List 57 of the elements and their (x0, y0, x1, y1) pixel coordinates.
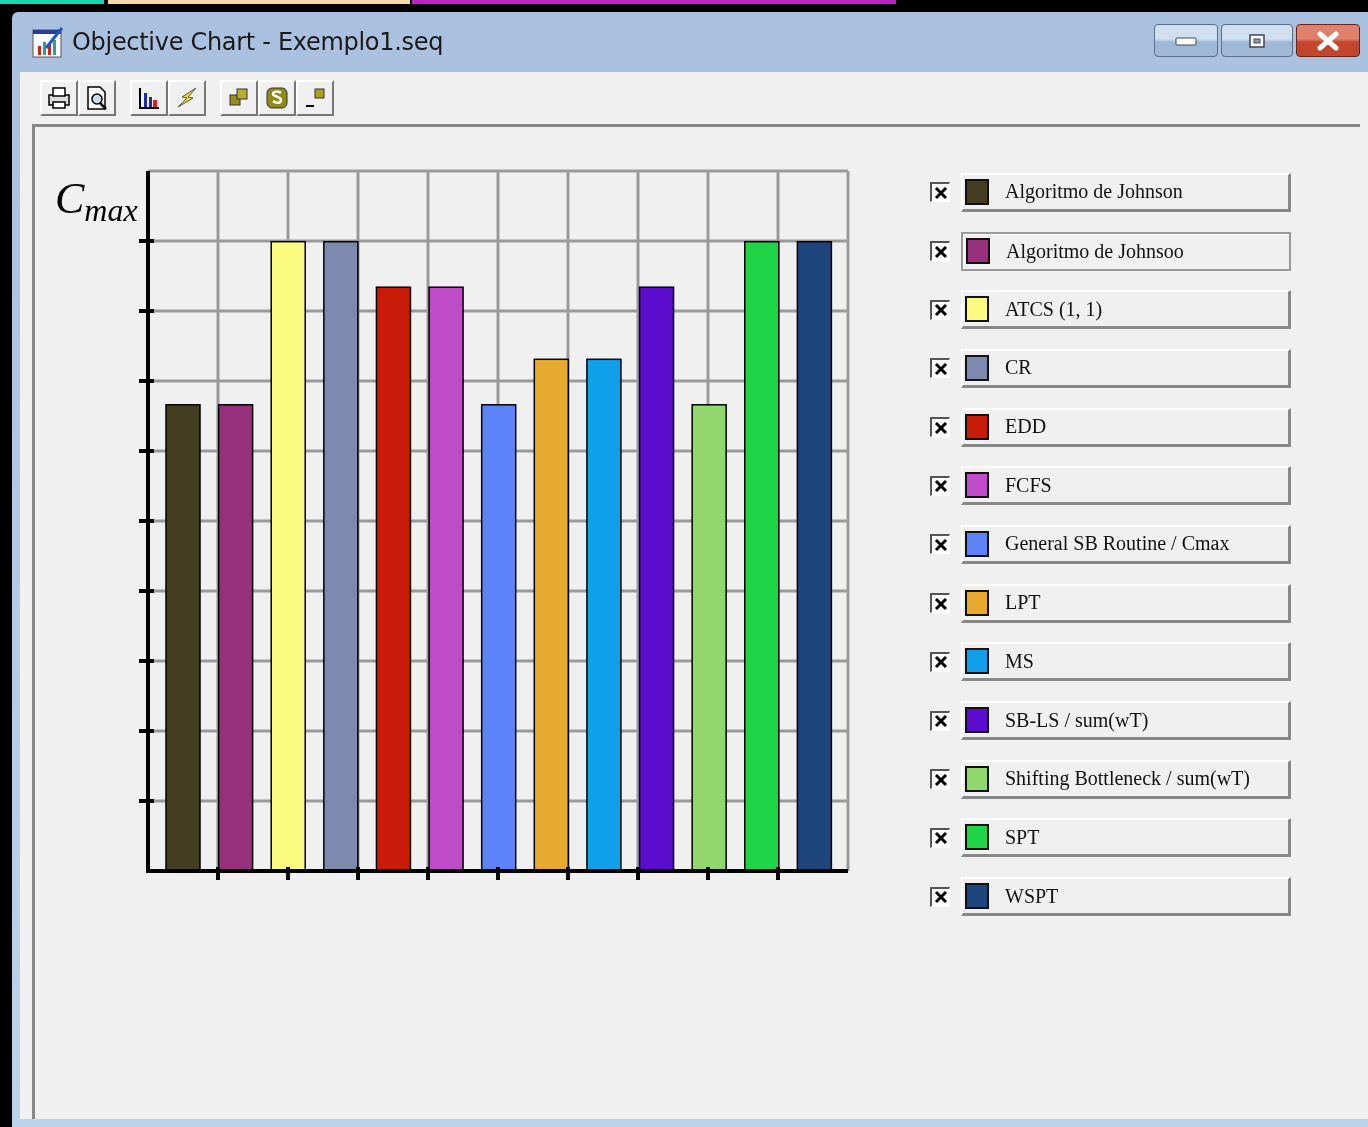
lightning-button[interactable] (168, 80, 206, 116)
maximize-button[interactable] (1221, 24, 1293, 57)
minimize-button[interactable] (1154, 24, 1218, 57)
legend-button[interactable]: WSPT (961, 877, 1291, 917)
close-button[interactable] (1296, 24, 1360, 57)
checkbox[interactable] (930, 651, 950, 672)
window-title: Objective Chart - Exemplo1.seq (72, 28, 445, 56)
chart-icon (32, 26, 64, 58)
checkbox[interactable] (930, 827, 950, 848)
legend-button[interactable]: Algoritmo de Johnson (961, 172, 1291, 212)
legend-button[interactable]: EDD (961, 407, 1291, 447)
legend-label: Algoritmo de Johnson (1005, 180, 1183, 204)
legend-label: SPT (1005, 825, 1040, 849)
printer-icon (46, 85, 72, 111)
legend-label: MS (1005, 649, 1034, 673)
legend-button[interactable]: CR (961, 348, 1291, 388)
olive-coin-button[interactable] (258, 80, 296, 116)
legend-label: Shifting Bottleneck / sum(wT) (1005, 767, 1250, 791)
printer-button[interactable] (40, 80, 78, 116)
legend-button[interactable]: LPT (961, 583, 1291, 623)
legend-button[interactable]: Algoritmo de Johnsoo (961, 231, 1291, 271)
checkbox[interactable] (930, 241, 950, 262)
legend-label: CR (1005, 356, 1032, 380)
checkbox[interactable] (930, 475, 950, 496)
legend-label: WSPT (1005, 884, 1059, 908)
checkbox[interactable] (930, 299, 950, 320)
checkbox[interactable] (930, 417, 950, 438)
legend-button[interactable]: SPT (961, 818, 1291, 858)
legend-label: FCFS (1005, 473, 1052, 497)
legend-button[interactable]: FCFS (961, 466, 1291, 506)
legend-button[interactable]: ATCS (1, 1) (961, 290, 1291, 330)
legend-label: LPT (1005, 591, 1041, 615)
checkbox[interactable] (930, 534, 950, 555)
print-preview-button[interactable] (78, 80, 116, 116)
olive-coin-icon (264, 85, 290, 111)
checkbox[interactable] (930, 358, 950, 379)
maximize-icon (1248, 32, 1266, 49)
checkbox[interactable] (930, 182, 950, 203)
legend-button[interactable]: MS (961, 642, 1291, 682)
legend-label: SB-LS / sum(wT) (1005, 708, 1149, 732)
legend-button[interactable]: General SB Routine / Cmax (961, 524, 1291, 564)
checkbox[interactable] (930, 769, 950, 790)
checkbox[interactable] (930, 593, 950, 614)
legend-button[interactable]: Shifting Bottleneck / sum(wT) (961, 759, 1291, 799)
minimized-square-button[interactable] (296, 80, 334, 116)
bar-chart-icon (136, 85, 162, 111)
close-icon (1317, 30, 1339, 51)
bar-chart-button[interactable] (130, 80, 168, 116)
linked-squares-button[interactable] (220, 80, 258, 116)
legend-button[interactable]: SB-LS / sum(wT) (961, 701, 1291, 741)
legend-label: ATCS (1, 1) (1005, 297, 1103, 321)
legend-label: General SB Routine / Cmax (1005, 532, 1230, 556)
checkbox[interactable] (930, 886, 950, 907)
checkbox[interactable] (930, 710, 950, 731)
legend-label: EDD (1005, 415, 1047, 439)
minimize-icon (1175, 35, 1197, 46)
legend-label: Algoritmo de Johnsoo (1006, 239, 1184, 263)
